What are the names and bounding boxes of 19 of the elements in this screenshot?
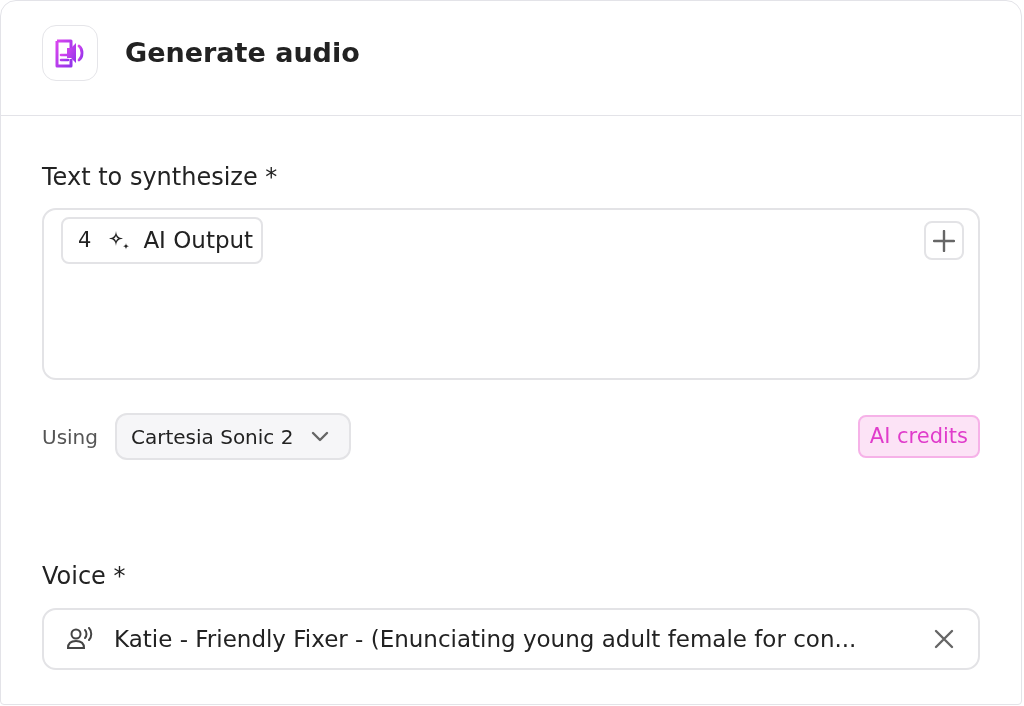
field-label: Voice *: [42, 561, 127, 592]
variable-chip[interactable]: 4 AI Output: [61, 217, 264, 264]
credits-badge: AI credits: [857, 415, 980, 458]
text-input-area[interactable]: 4 AI Output: [42, 208, 980, 380]
person-voice-icon: [66, 627, 94, 651]
model-dropdown[interactable]: Cartesia Sonic 2: [115, 413, 352, 460]
using-label: Using: [42, 423, 98, 451]
document-speaker-icon: [54, 37, 86, 69]
add-button[interactable]: [924, 221, 964, 260]
chevron-down-icon: [311, 431, 330, 442]
clear-button[interactable]: [932, 627, 956, 651]
step-number: 4: [78, 226, 92, 254]
chip-label: AI Output: [143, 226, 254, 256]
voice-select-field[interactable]: Katie - Friendly Fixer - (Enunciating young adult female for con...: [42, 608, 980, 670]
close-icon: [934, 629, 954, 649]
voice-value: Katie - Friendly Fixer - (Enunciating young adult female for con...: [114, 624, 858, 654]
dialog-title: Generate audio: [125, 35, 360, 70]
plus-icon: [933, 229, 955, 252]
field-label: Text to synthesize *: [42, 162, 279, 193]
